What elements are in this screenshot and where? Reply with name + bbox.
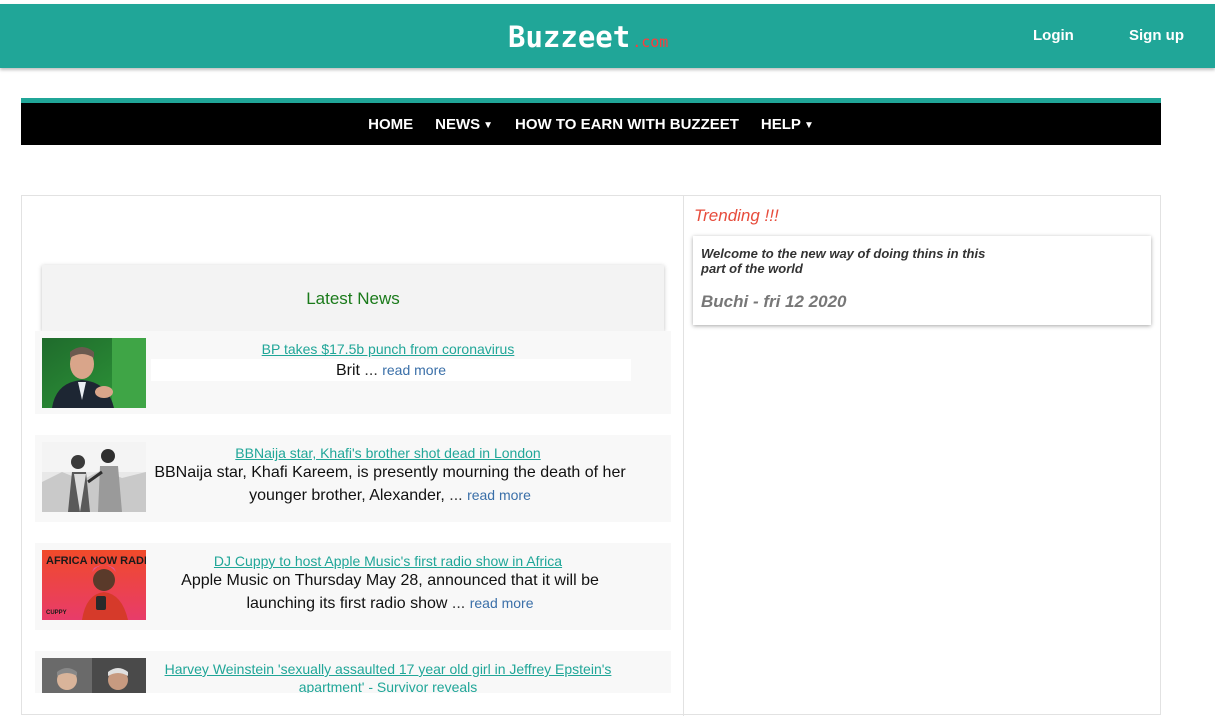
logo-tld: .com xyxy=(632,33,669,51)
news-excerpt-text: BBNaija star, Khafi Kareem, is presently… xyxy=(154,464,626,504)
news-thumbnail[interactable] xyxy=(42,442,146,512)
logo-text: Buzzeet xyxy=(508,20,631,54)
column-divider xyxy=(683,196,684,716)
login-link[interactable]: Login xyxy=(1033,27,1074,44)
trending-card[interactable]: Welcome to the new way of doing thins in… xyxy=(693,236,1151,325)
nav-news-label: NEWS xyxy=(435,115,481,133)
trending-meta: Buchi - fri 12 2020 xyxy=(701,292,847,311)
ellipsis: ... xyxy=(449,487,463,504)
latest-news-title: Latest News xyxy=(306,289,400,308)
nav-help-label: HELP xyxy=(760,115,801,133)
news-title-link[interactable]: BP takes $17.5b punch from coronavirus xyxy=(153,340,623,358)
signup-link[interactable]: Sign up xyxy=(1129,27,1184,44)
latest-news-header: Latest News xyxy=(42,265,664,331)
news-title-link[interactable]: Harvey Weinstein 'sexually assaulted 17 … xyxy=(153,660,623,693)
news-card: Harvey Weinstein 'sexually assaulted 17 … xyxy=(35,651,671,693)
trending-text: Welcome to the new way of doing thins in… xyxy=(701,246,986,276)
news-card: BP takes $17.5b punch from coronavirus B… xyxy=(35,331,671,414)
site-header: Buzzeet .com Login Sign up xyxy=(0,4,1215,68)
nav-earn[interactable]: HOW TO EARN WITH BUZZEET xyxy=(515,116,739,133)
ellipsis: ... xyxy=(451,595,466,612)
read-more-link[interactable]: read more xyxy=(470,595,534,611)
news-excerpt: Apple Music on Thursday May 28, announce… xyxy=(175,570,605,615)
news-card: AFRICA NOW RADIO CUPPY DJ Cuppy to host … xyxy=(35,543,671,630)
nav-news[interactable]: NEWS ▼ xyxy=(435,116,493,133)
news-excerpt-text: Apple Music on Thursday May 28, announce… xyxy=(181,572,599,612)
caret-down-icon: ▼ xyxy=(483,119,494,131)
read-more-link[interactable]: read more xyxy=(467,487,531,503)
ellipsis: ... xyxy=(364,362,378,379)
trending-heading: Trending !!! xyxy=(694,206,779,225)
nav-help[interactable]: HELP ▼ xyxy=(761,116,814,133)
news-thumbnail[interactable] xyxy=(42,338,146,408)
news-title-link[interactable]: BBNaija star, Khafi's brother shot dead … xyxy=(153,444,623,462)
news-thumbnail[interactable]: AFRICA NOW RADIO CUPPY xyxy=(42,550,146,620)
nav-items: HOME NEWS ▼ HOW TO EARN WITH BUZZEET HELP… xyxy=(21,103,1161,145)
news-title-link[interactable]: DJ Cuppy to host Apple Music's first rad… xyxy=(153,552,623,570)
news-excerpt: Brit ... read more xyxy=(151,359,631,381)
site-logo[interactable]: Buzzeet .com xyxy=(508,20,668,54)
news-card: BBNaija star, Khafi's brother shot dead … xyxy=(35,435,671,522)
news-excerpt: BBNaija star, Khafi Kareem, is presently… xyxy=(151,462,629,507)
caret-down-icon: ▼ xyxy=(803,119,814,131)
thumbnail-small-text: CUPPY xyxy=(46,610,67,616)
read-more-link[interactable]: read more xyxy=(382,362,446,378)
news-excerpt-text: Brit xyxy=(335,362,360,379)
nav-home[interactable]: HOME xyxy=(368,116,413,133)
thumbnail-caption: AFRICA NOW RADIO xyxy=(46,555,146,567)
main-nav: HOME NEWS ▼ HOW TO EARN WITH BUZZEET HELP… xyxy=(21,98,1161,145)
news-thumbnail[interactable] xyxy=(42,658,146,693)
